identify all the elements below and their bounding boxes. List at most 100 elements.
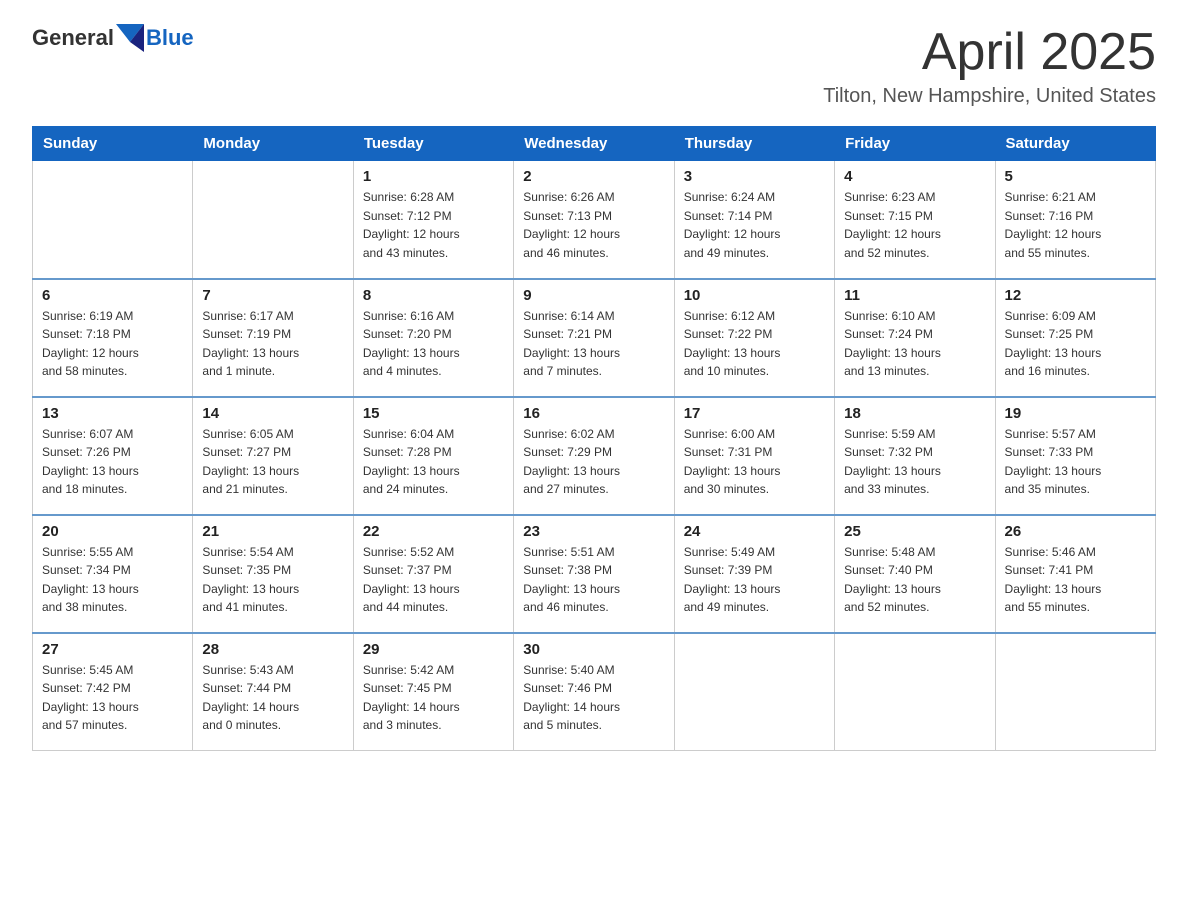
calendar-day-cell: 16Sunrise: 6:02 AM Sunset: 7:29 PM Dayli… (514, 397, 674, 515)
day-number: 30 (523, 641, 664, 658)
day-info: Sunrise: 5:48 AM Sunset: 7:40 PM Dayligh… (844, 545, 941, 615)
day-info: Sunrise: 5:40 AM Sunset: 7:46 PM Dayligh… (523, 663, 620, 733)
day-number: 8 (363, 287, 504, 304)
calendar-week-row: 6 Sunrise: 6:19 AM Sunset: 7:18 PM Daylig… (33, 279, 1156, 397)
calendar-day-cell: 22Sunrise: 5:52 AM Sunset: 7:37 PM Dayli… (353, 515, 513, 633)
day-number: 5 (1005, 168, 1146, 185)
calendar-header-row: SundayMondayTuesdayWednesdayThursdayFrid… (33, 127, 1156, 161)
day-info: Sunrise: 5:45 AM Sunset: 7:42 PM Dayligh… (42, 663, 139, 733)
calendar-header-day: Sunday (33, 127, 193, 161)
day-number: 14 (202, 405, 343, 422)
calendar-day-cell: 6 Sunrise: 6:19 AM Sunset: 7:18 PM Daylig… (33, 279, 193, 397)
calendar-day-cell (995, 633, 1155, 751)
day-info: Sunrise: 5:43 AM Sunset: 7:44 PM Dayligh… (202, 663, 299, 733)
day-number: 18 (844, 405, 985, 422)
day-number: 13 (42, 405, 183, 422)
calendar-day-cell: 13Sunrise: 6:07 AM Sunset: 7:26 PM Dayli… (33, 397, 193, 515)
calendar-day-cell: 29 Sunrise: 5:42 AM Sunset: 7:45 PM Dayli… (353, 633, 513, 751)
calendar-day-cell: 25Sunrise: 5:48 AM Sunset: 7:40 PM Dayli… (835, 515, 995, 633)
calendar-header-day: Monday (193, 127, 353, 161)
calendar-day-cell: 2Sunrise: 6:26 AM Sunset: 7:13 PM Daylig… (514, 161, 674, 279)
day-number: 21 (202, 523, 343, 540)
calendar-day-cell: 14 Sunrise: 6:05 AM Sunset: 7:27 PM Dayli… (193, 397, 353, 515)
day-info: Sunrise: 5:42 AM Sunset: 7:45 PM Dayligh… (363, 663, 460, 733)
day-info: Sunrise: 6:19 AM Sunset: 7:18 PM Dayligh… (42, 309, 139, 379)
day-info: Sunrise: 6:00 AM Sunset: 7:31 PM Dayligh… (684, 427, 781, 497)
day-number: 6 (42, 287, 183, 304)
day-number: 7 (202, 287, 343, 304)
day-number: 23 (523, 523, 664, 540)
day-info: Sunrise: 6:05 AM Sunset: 7:27 PM Dayligh… (202, 427, 299, 497)
calendar-day-cell: 3 Sunrise: 6:24 AM Sunset: 7:14 PM Daylig… (674, 161, 834, 279)
calendar-header-day: Tuesday (353, 127, 513, 161)
calendar-day-cell: 17 Sunrise: 6:00 AM Sunset: 7:31 PM Dayli… (674, 397, 834, 515)
calendar-day-cell: 30 Sunrise: 5:40 AM Sunset: 7:46 PM Dayli… (514, 633, 674, 751)
calendar-week-row: 1 Sunrise: 6:28 AM Sunset: 7:12 PM Daylig… (33, 161, 1156, 279)
calendar-day-cell: 20 Sunrise: 5:55 AM Sunset: 7:34 PM Dayli… (33, 515, 193, 633)
calendar-day-cell: 15 Sunrise: 6:04 AM Sunset: 7:28 PM Dayli… (353, 397, 513, 515)
calendar-header-day: Friday (835, 127, 995, 161)
month-title: April 2025 (823, 24, 1156, 81)
day-number: 19 (1005, 405, 1146, 422)
day-number: 15 (363, 405, 504, 422)
calendar-table: SundayMondayTuesdayWednesdayThursdayFrid… (32, 126, 1156, 751)
day-info: Sunrise: 5:49 AM Sunset: 7:39 PM Dayligh… (684, 545, 781, 615)
day-number: 12 (1005, 287, 1146, 304)
day-number: 27 (42, 641, 183, 658)
calendar-week-row: 27 Sunrise: 5:45 AM Sunset: 7:42 PM Dayli… (33, 633, 1156, 751)
day-number: 11 (844, 287, 985, 304)
calendar-week-row: 20 Sunrise: 5:55 AM Sunset: 7:34 PM Dayli… (33, 515, 1156, 633)
day-info: Sunrise: 6:14 AM Sunset: 7:21 PM Dayligh… (523, 309, 620, 379)
day-number: 24 (684, 523, 825, 540)
day-info: Sunrise: 6:28 AM Sunset: 7:12 PM Dayligh… (363, 190, 460, 260)
calendar-day-cell: 4 Sunrise: 6:23 AM Sunset: 7:15 PM Daylig… (835, 161, 995, 279)
day-info: Sunrise: 5:59 AM Sunset: 7:32 PM Dayligh… (844, 427, 941, 497)
day-info: Sunrise: 6:17 AM Sunset: 7:19 PM Dayligh… (202, 309, 299, 379)
calendar-header-day: Wednesday (514, 127, 674, 161)
title-block: April 2025 Tilton, New Hampshire, United… (823, 24, 1156, 108)
day-info: Sunrise: 6:24 AM Sunset: 7:14 PM Dayligh… (684, 190, 781, 260)
calendar-day-cell: 27 Sunrise: 5:45 AM Sunset: 7:42 PM Dayli… (33, 633, 193, 751)
logo-blue-text: Blue (146, 25, 194, 51)
day-number: 17 (684, 405, 825, 422)
day-number: 9 (523, 287, 664, 304)
day-number: 20 (42, 523, 183, 540)
day-number: 16 (523, 405, 664, 422)
day-info: Sunrise: 6:23 AM Sunset: 7:15 PM Dayligh… (844, 190, 941, 260)
calendar-day-cell: 1 Sunrise: 6:28 AM Sunset: 7:12 PM Daylig… (353, 161, 513, 279)
calendar-day-cell: 7 Sunrise: 6:17 AM Sunset: 7:19 PM Daylig… (193, 279, 353, 397)
calendar-day-cell (674, 633, 834, 751)
calendar-day-cell (33, 161, 193, 279)
day-info: Sunrise: 6:09 AM Sunset: 7:25 PM Dayligh… (1005, 309, 1102, 379)
logo: General Blue (32, 24, 194, 52)
day-number: 26 (1005, 523, 1146, 540)
day-number: 22 (363, 523, 504, 540)
day-info: Sunrise: 6:10 AM Sunset: 7:24 PM Dayligh… (844, 309, 941, 379)
day-info: Sunrise: 6:04 AM Sunset: 7:28 PM Dayligh… (363, 427, 460, 497)
logo-general-text: General (32, 25, 114, 51)
day-number: 1 (363, 168, 504, 185)
day-number: 10 (684, 287, 825, 304)
day-info: Sunrise: 5:54 AM Sunset: 7:35 PM Dayligh… (202, 545, 299, 615)
calendar-day-cell: 21 Sunrise: 5:54 AM Sunset: 7:35 PM Dayli… (193, 515, 353, 633)
calendar-day-cell: 10 Sunrise: 6:12 AM Sunset: 7:22 PM Dayli… (674, 279, 834, 397)
calendar-week-row: 13Sunrise: 6:07 AM Sunset: 7:26 PM Dayli… (33, 397, 1156, 515)
calendar-day-cell: 28 Sunrise: 5:43 AM Sunset: 7:44 PM Dayli… (193, 633, 353, 751)
calendar-day-cell: 24 Sunrise: 5:49 AM Sunset: 7:39 PM Dayli… (674, 515, 834, 633)
day-info: Sunrise: 5:46 AM Sunset: 7:41 PM Dayligh… (1005, 545, 1102, 615)
day-number: 29 (363, 641, 504, 658)
day-number: 3 (684, 168, 825, 185)
location-subtitle: Tilton, New Hampshire, United States (823, 85, 1156, 108)
calendar-header-day: Thursday (674, 127, 834, 161)
calendar-header-day: Saturday (995, 127, 1155, 161)
day-number: 4 (844, 168, 985, 185)
calendar-day-cell: 12 Sunrise: 6:09 AM Sunset: 7:25 PM Dayli… (995, 279, 1155, 397)
page-header: General Blue April 2025 Tilton, New Hamp… (32, 24, 1156, 108)
day-info: Sunrise: 6:12 AM Sunset: 7:22 PM Dayligh… (684, 309, 781, 379)
day-number: 28 (202, 641, 343, 658)
calendar-day-cell: 8 Sunrise: 6:16 AM Sunset: 7:20 PM Daylig… (353, 279, 513, 397)
day-info: Sunrise: 5:55 AM Sunset: 7:34 PM Dayligh… (42, 545, 139, 615)
calendar-day-cell (835, 633, 995, 751)
day-info: Sunrise: 5:57 AM Sunset: 7:33 PM Dayligh… (1005, 427, 1102, 497)
day-info: Sunrise: 6:16 AM Sunset: 7:20 PM Dayligh… (363, 309, 460, 379)
